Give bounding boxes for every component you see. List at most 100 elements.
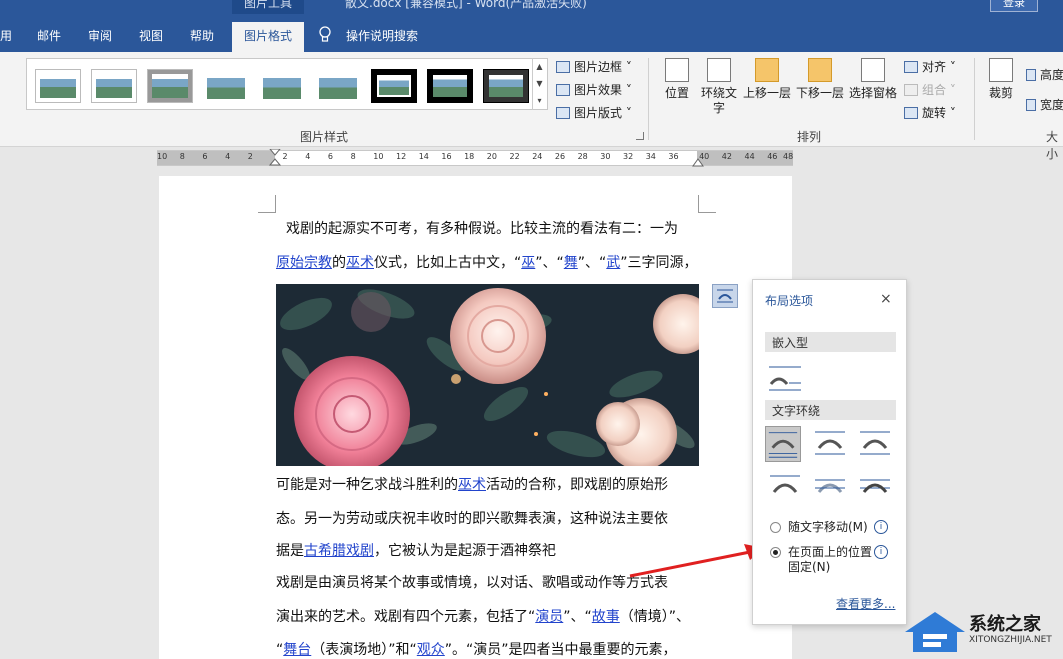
hyperlink[interactable]: 巫 [521,255,535,271]
fix-position-label-line2[interactable]: 固定(N) [788,560,830,575]
layout-options-panel: 布局选项 × 嵌入型 文字环绕 随文字移动(M) i 在页面上的位置 固定(N)… [752,279,907,625]
hyperlink[interactable]: 舞台 [283,642,311,658]
tab-partial[interactable]: 用 [0,27,12,44]
rotate-button[interactable]: 旋转 ˅ [904,104,956,121]
hyperlink[interactable]: 演员 [535,609,563,625]
wrap-behind-text-icon[interactable] [812,470,848,506]
title-bar: 图片工具 散文.docx [兼容模式] - Word(产品激活失败) 登录 [0,0,1063,14]
ruler-number: 14 [418,152,429,161]
picture-style-8[interactable] [427,69,473,103]
move-with-text-radio[interactable] [770,522,781,533]
picture-effects-button[interactable]: 图片效果 ˅ [556,81,632,98]
crop-icon [989,58,1013,82]
hyperlink[interactable]: 古希腊戏剧 [304,543,374,559]
rose-photo[interactable] [276,284,699,466]
gallery-down-icon[interactable]: ▼ [533,75,546,92]
picture-style-9[interactable] [483,69,529,103]
picture-style-2[interactable] [91,69,137,103]
height-field[interactable]: 高度 [1026,66,1063,83]
wrap-through-icon[interactable] [857,426,893,462]
layout-options-button[interactable] [712,284,738,308]
picture-styles-group-label: 图片样式 [300,130,349,144]
tell-me-search[interactable]: 操作说明搜索 [346,27,418,44]
hyperlink[interactable]: 原始宗教 [276,255,332,271]
house-logo-icon [905,612,965,652]
ruler-number: 34 [645,152,656,161]
selection-pane-button[interactable]: 选择窗格 [847,58,899,101]
wrap-text-button[interactable]: 环绕文字 [698,58,740,116]
close-icon[interactable]: × [880,291,892,307]
picture-layout-icon [556,107,570,119]
ruler-number: 4 [305,152,311,161]
hyperlink[interactable]: 观众 [417,642,445,658]
fix-position-label[interactable]: 在页面上的位置 [788,545,872,560]
picture-style-1[interactable] [35,69,81,103]
ruler-number: 24 [532,152,543,161]
inline-with-text-icon[interactable] [767,360,803,396]
picture-style-7[interactable] [371,69,417,103]
indent-marker-icon[interactable] [269,149,281,169]
picture-style-4[interactable] [203,69,249,103]
tab-view[interactable]: 视图 [139,27,163,44]
dialog-launcher-icon[interactable] [636,132,644,140]
tab-review[interactable]: 审阅 [88,27,112,44]
ruler-number: 6 [202,152,208,161]
ruler-number: 26 [554,152,566,161]
wrap-section-header: 文字环绕 [765,400,896,420]
document-page[interactable]: 戏剧的起源实不可考，有多种假说。比较主流的看法有二：一为 原始宗教的巫术仪式，比… [159,176,792,659]
hyperlink[interactable]: 巫术 [346,255,374,271]
margin-corner [698,195,716,213]
tab-picture-format[interactable]: 图片格式 [232,22,305,52]
position-button[interactable]: 位置 [661,58,693,101]
gallery-more-icon[interactable]: ▾ [533,92,546,109]
hyperlink[interactable]: 故事 [592,609,620,625]
crop-button[interactable]: 裁剪 [984,58,1018,101]
ruler-number: 48 [783,152,794,161]
ruler-number: 16 [441,152,452,161]
bring-forward-button[interactable]: 上移一层 [741,58,793,101]
wrap-text-icon [707,58,731,82]
see-more-link[interactable]: 查看更多... [836,595,895,612]
picture-layout-button[interactable]: 图片版式 ˅ [556,104,632,121]
info-icon[interactable]: i [874,545,888,559]
tab-help[interactable]: 帮助 [190,27,214,44]
context-tab-label: 图片工具 [244,0,293,10]
horizontal-ruler[interactable]: 10 8 6 4 2 2 4 6 8 10 12 14 16 18 20 22 24 26 28 30 32 34 36 40… [157,149,794,169]
picture-style-5[interactable] [259,69,305,103]
hyperlink[interactable]: 舞 [564,255,578,271]
login-button[interactable]: 登录 [990,0,1038,12]
hyperlink[interactable]: 巫术 [458,477,486,493]
paragraph-line: “舞台（表演场地）”和“观众”。“演员”是四者当中最重要的元素， [276,642,677,658]
info-icon[interactable]: i [874,520,888,534]
move-with-text-label[interactable]: 随文字移动(M) [788,520,868,535]
paragraph-line: 可能是对一种乞求战斗胜利的巫术活动的合称，即戏剧的原始形 [276,477,668,493]
align-button[interactable]: 对齐 ˅ [904,58,956,75]
tab-mailings[interactable]: 邮件 [37,27,61,44]
margin-corner [258,195,276,213]
ruler-number: 10 [373,152,384,161]
gallery-up-icon[interactable]: ▲ [533,58,546,75]
ribbon: ▲ ▼ ▾ 图片边框 ˅ 图片效果 ˅ 图片版式 ˅ 图片样式 位置 环绕文字 … [0,52,1063,161]
ruler-number: 22 [509,152,520,161]
right-indent-icon[interactable] [692,155,704,167]
gallery-scroll[interactable]: ▲ ▼ ▾ [532,58,546,110]
fix-position-radio[interactable] [770,547,781,558]
ruler-number: 36 [668,152,679,161]
position-icon [665,58,689,82]
send-backward-button[interactable]: 下移一层 [794,58,846,101]
wrap-square-icon[interactable] [765,426,801,462]
picture-style-6[interactable] [315,69,361,103]
rotate-icon [904,107,918,119]
group-button[interactable]: 组合 ˅ [904,81,956,98]
paragraph-line: 态。另一为劳动或庆祝丰收时的即兴歌舞表演，这种说法主要依 [276,511,668,527]
picture-style-3[interactable] [147,69,193,103]
wrap-in-front-icon[interactable] [857,470,893,506]
ruler-number: 2 [282,152,288,161]
width-field[interactable]: 宽度 [1026,96,1063,113]
picture-border-button[interactable]: 图片边框 ˅ [556,58,632,75]
wrap-top-bottom-icon[interactable] [767,470,803,506]
hyperlink[interactable]: 武 [606,255,620,271]
wrap-tight-icon[interactable] [812,426,848,462]
ruler-number: 12 [396,152,407,161]
ruler-number: 4 [225,152,231,161]
